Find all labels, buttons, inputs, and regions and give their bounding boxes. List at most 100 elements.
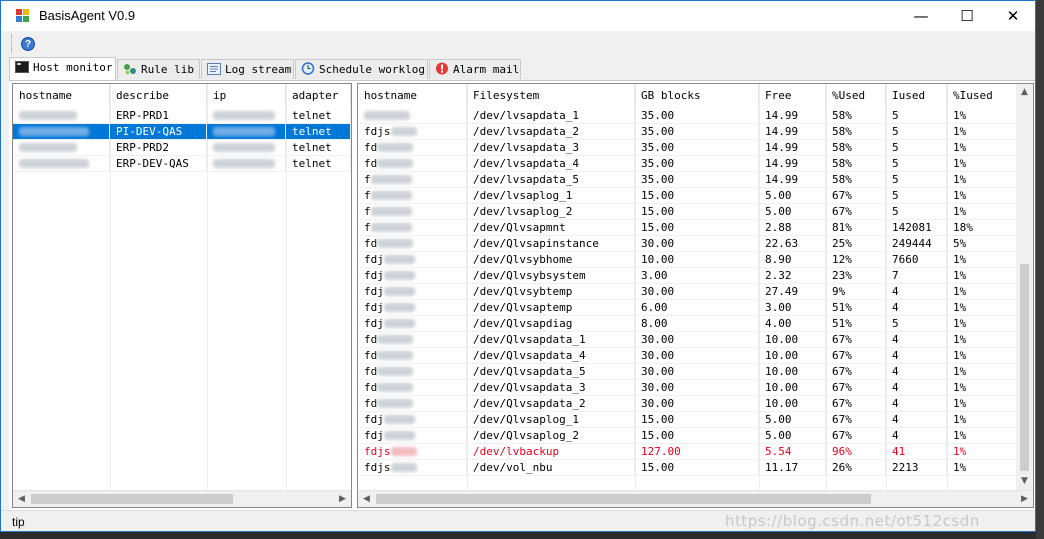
col-filesystem[interactable]: Filesystem [467, 84, 635, 108]
minimize-button[interactable]: — [898, 1, 944, 31]
filesystem-vscrollbar[interactable]: ▲ ▼ [1016, 84, 1033, 490]
col-ip[interactable]: ip [207, 84, 286, 108]
tab-label: Log stream [225, 63, 292, 76]
col-hostname[interactable]: hostname [13, 84, 110, 108]
table-row[interactable]: fdj/dev/Qlvsybsystem 3.00 2.32 23% 7 1% [358, 268, 1018, 284]
hscroll-thumb[interactable] [376, 494, 871, 504]
tab-rule-lib[interactable]: Rule lib [117, 59, 200, 79]
app-icon [16, 9, 30, 23]
table-row[interactable]: fd/dev/lvsapdata_4 35.00 14.99 58% 5 1% [358, 156, 1018, 172]
table-row[interactable]: fd/dev/Qlvsapdata_5 30.00 10.00 67% 4 1% [358, 364, 1018, 380]
scroll-up-icon[interactable]: ▲ [1016, 84, 1033, 101]
scroll-left-icon[interactable]: ◀ [13, 491, 30, 507]
used-cell: 67% [826, 204, 886, 220]
table-row[interactable]: fd/dev/Qlvsapdata_2 30.00 10.00 67% 4 1% [358, 396, 1018, 412]
title-bar[interactable]: BasisAgent V0.9 — ☐ ✕ [1, 1, 1035, 31]
free-cell: 11.17 [759, 460, 826, 476]
tab-host-monitor[interactable]: Host monitor [9, 57, 116, 80]
host-row[interactable]: ERP-PRD1 telnet [13, 108, 351, 124]
table-row-alarm[interactable]: fdjs/dev/lvbackup 127.00 5.54 96% 41 1% [358, 444, 1018, 460]
host-list[interactable]: hostname describe ip adapter ERP-PRD1 tel… [12, 83, 352, 508]
free-cell: 5.00 [759, 412, 826, 428]
close-button[interactable]: ✕ [990, 1, 1035, 31]
host-row[interactable]: PI-DEV-QAS telnet [13, 124, 351, 140]
table-row[interactable]: fd/dev/Qlvsapinstance 30.00 22.63 25% 249444… [358, 236, 1018, 252]
scroll-left-icon[interactable]: ◀ [358, 491, 375, 507]
pct-iused-cell: 1% [947, 428, 1018, 444]
free-cell: 14.99 [759, 172, 826, 188]
table-row[interactable]: fdjs/dev/vol_nbu 15.00 11.17 26% 2213 1% [358, 460, 1018, 476]
filesystem-cell: /dev/Qlvsaptemp [467, 300, 635, 316]
clock-icon [301, 62, 315, 75]
table-row[interactable]: f/dev/Qlvsapmnt 15.00 2.88 81% 142081 18% [358, 220, 1018, 236]
scroll-right-icon[interactable]: ▶ [334, 491, 351, 507]
table-row[interactable]: fd/dev/Qlvsapdata_3 30.00 10.00 67% 4 1% [358, 380, 1018, 396]
col-iused[interactable]: Iused [886, 84, 947, 108]
table-row[interactable]: fdj/dev/Qlvsybhome 10.00 8.90 12% 7660 1% [358, 252, 1018, 268]
used-cell: 9% [826, 284, 886, 300]
col-free[interactable]: Free [759, 84, 826, 108]
toolbar-grip-icon[interactable] [11, 35, 15, 53]
free-cell: 10.00 [759, 364, 826, 380]
used-cell: 96% [826, 444, 886, 460]
free-cell: 5.00 [759, 204, 826, 220]
table-row[interactable]: fdj/dev/Qlvsapdiag 8.00 4.00 51% 5 1% [358, 316, 1018, 332]
table-row[interactable]: f/dev/lvsaplog_2 15.00 5.00 67% 5 1% [358, 204, 1018, 220]
iused-cell: 4 [886, 428, 947, 444]
free-cell: 14.99 [759, 108, 826, 124]
gb-blocks-cell: 30.00 [635, 332, 759, 348]
table-row[interactable]: fd/dev/Qlvsapdata_1 30.00 10.00 67% 4 1% [358, 332, 1018, 348]
rules-icon [123, 62, 137, 74]
help-icon[interactable]: ? [21, 37, 35, 51]
scroll-right-icon[interactable]: ▶ [1016, 491, 1033, 507]
table-row[interactable]: fdj/dev/Qlvsaplog_2 15.00 5.00 67% 4 1% [358, 428, 1018, 444]
pct-iused-cell: 1% [947, 316, 1018, 332]
pct-iused-cell: 1% [947, 140, 1018, 156]
used-cell: 81% [826, 220, 886, 236]
table-row[interactable]: f/dev/lvsaplog_1 15.00 5.00 67% 5 1% [358, 188, 1018, 204]
gb-blocks-cell: 15.00 [635, 204, 759, 220]
filesystem-list[interactable]: hostname Filesystem GB blocks Free %Used… [357, 83, 1034, 508]
free-cell: 10.00 [759, 396, 826, 412]
window-title: BasisAgent V0.9 [39, 8, 136, 23]
scroll-down-icon[interactable]: ▼ [1016, 473, 1033, 490]
vscroll-thumb[interactable] [1020, 264, 1029, 471]
hscroll-thumb[interactable] [31, 494, 233, 504]
host-row[interactable]: ERP-PRD2 telnet [13, 140, 351, 156]
host-list-hscrollbar[interactable]: ◀ ▶ [13, 490, 351, 507]
used-cell: 67% [826, 332, 886, 348]
fs-hostname-cell: fd [358, 348, 467, 364]
tab-schedule-worklog[interactable]: Schedule worklog [295, 59, 428, 79]
used-cell: 51% [826, 300, 886, 316]
fs-hostname-cell: fdj [358, 284, 467, 300]
table-row[interactable]: f/dev/lvsapdata_5 35.00 14.99 58% 5 1% [358, 172, 1018, 188]
used-cell: 51% [826, 316, 886, 332]
maximize-button[interactable]: ☐ [944, 1, 990, 31]
gb-blocks-cell: 6.00 [635, 300, 759, 316]
status-text: tip [12, 515, 25, 529]
table-row[interactable]: fdj/dev/Qlvsaplog_1 15.00 5.00 67% 4 1% [358, 412, 1018, 428]
filesystem-hscrollbar[interactable]: ◀ ▶ [358, 490, 1033, 507]
iused-cell: 4 [886, 380, 947, 396]
col-describe[interactable]: describe [110, 84, 207, 108]
host-row[interactable]: ERP-DEV-QAS telnet [13, 156, 351, 172]
col-used[interactable]: %Used [826, 84, 886, 108]
tab-log-stream[interactable]: Log stream [201, 59, 294, 79]
adapter-cell: telnet [286, 156, 351, 172]
table-row[interactable]: fdjs/dev/lvsapdata_2 35.00 14.99 58% 5 1% [358, 124, 1018, 140]
fs-hostname-cell: fdjs [358, 460, 467, 476]
col-adapter[interactable]: adapter [286, 84, 351, 108]
col-pct-iused[interactable]: %Iused [947, 84, 1018, 108]
table-row[interactable]: fd/dev/lvsapdata_3 35.00 14.99 58% 5 1% [358, 140, 1018, 156]
tab-alarm-mail[interactable]: Alarm mail [429, 59, 521, 79]
table-row[interactable]: fd/dev/Qlvsapdata_4 30.00 10.00 67% 4 1% [358, 348, 1018, 364]
col-fs-hostname[interactable]: hostname [358, 84, 467, 108]
pct-iused-cell: 1% [947, 300, 1018, 316]
iused-cell: 5 [886, 156, 947, 172]
table-row[interactable]: fdj/dev/Qlvsybtemp 30.00 27.49 9% 4 1% [358, 284, 1018, 300]
used-cell: 58% [826, 124, 886, 140]
col-gb-blocks[interactable]: GB blocks [635, 84, 759, 108]
table-row[interactable]: /dev/lvsapdata_1 35.00 14.99 58% 5 1% [358, 108, 1018, 124]
table-row[interactable]: fdj/dev/Qlvsaptemp 6.00 3.00 51% 4 1% [358, 300, 1018, 316]
filesystem-cell: /dev/lvsaplog_2 [467, 204, 635, 220]
